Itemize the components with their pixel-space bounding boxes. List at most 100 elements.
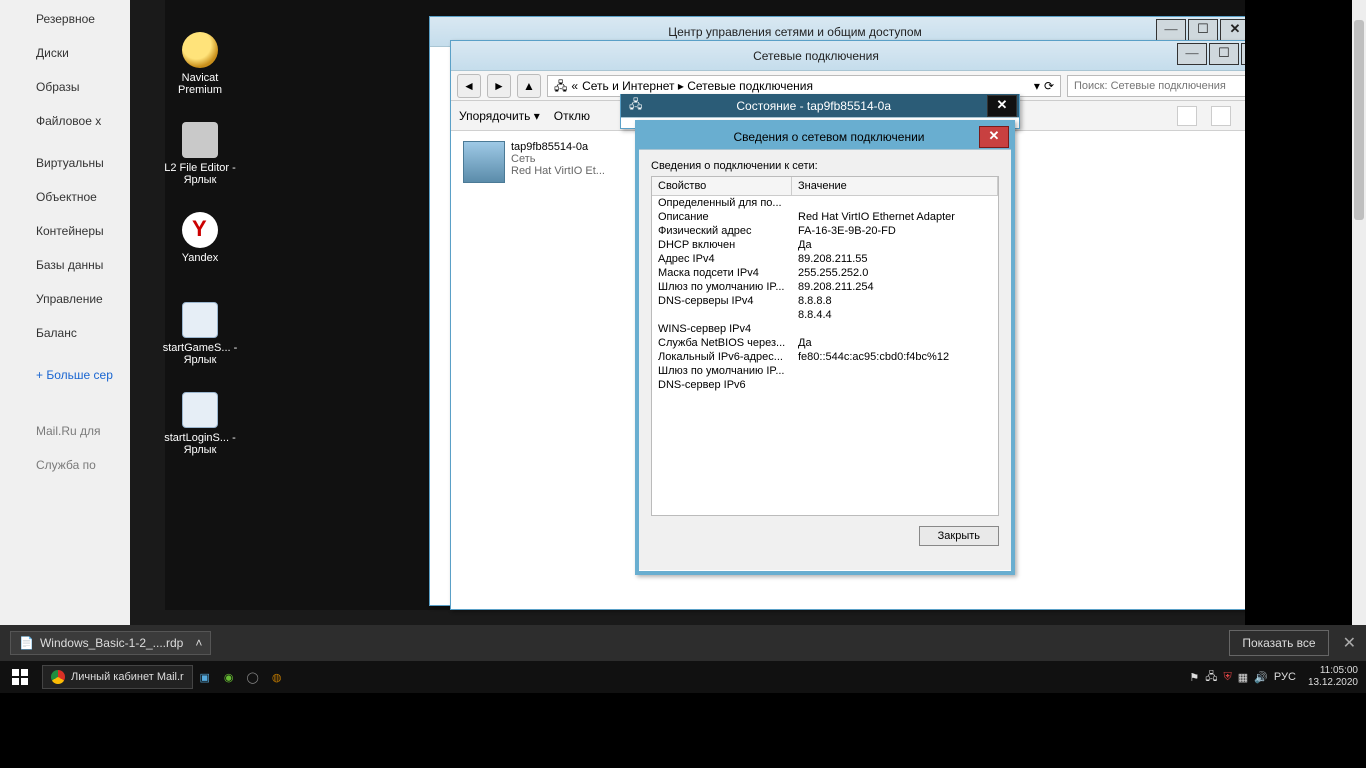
organise-menu[interactable]: Упорядочить ▾ [459,109,540,123]
search-input[interactable] [1067,75,1245,97]
tray-network-icon[interactable]: 🖧 [1205,668,1217,687]
adapter-icon: 🖧 [629,95,642,116]
taskbar-app-chrome[interactable]: Личный кабинет Mail.r [42,665,193,689]
dialog-body: Сведения о подключении к сети: Свойство … [639,150,1011,570]
desktop-icon-navicat[interactable]: Navicat Premium [160,32,240,96]
titlebar[interactable]: Сетевые подключения — ☐ ✕ [451,41,1245,71]
tray-icon[interactable]: ⚑ [1189,671,1199,684]
close-button[interactable]: ✕ [979,126,1009,148]
sidebar-more[interactable]: + Больше сер [0,358,130,392]
sidebar-support[interactable]: Служба по [0,448,130,482]
property-cell: Определенный для по... [652,196,792,210]
sidebar-item[interactable]: Файловое х [0,104,130,138]
close-button[interactable]: ✕ [1220,19,1245,41]
tray-icon[interactable]: ▦ [1238,671,1248,684]
close-details-button[interactable]: Закрыть [919,526,999,546]
adapter-net: Сеть [511,153,626,165]
sidebar-item[interactable]: Виртуальны [0,146,130,180]
value-cell: FA-16-3E-9B-20-FD [792,224,998,238]
sidebar-mailru[interactable]: Mail.Ru для [0,414,130,448]
table-row[interactable]: Определенный для по... [652,196,998,210]
refresh-icon[interactable]: ⟳ [1044,76,1054,96]
nav-back-button[interactable]: ◄ [457,74,481,98]
sidebar-item[interactable]: Контейнеры [0,214,130,248]
col-property: Свойство [652,177,792,195]
property-cell [652,308,792,322]
table-row[interactable]: Маска подсети IPv4255.255.252.0 [652,266,998,280]
table-row[interactable]: Шлюз по умолчанию IP... [652,364,998,378]
show-all-downloads[interactable]: Показать все [1229,630,1328,656]
yandex-icon [182,212,218,248]
table-row[interactable]: DNS-серверы IPv48.8.8.8 [652,294,998,308]
nav-up-button[interactable]: ▲ [517,74,541,98]
titlebar[interactable]: Сведения о сетевом подключении ✕ [639,124,1011,150]
property-cell: Локальный IPv6-адрес... [652,350,792,364]
sidebar-item[interactable]: Объектное [0,180,130,214]
property-cell: Маска подсети IPv4 [652,266,792,280]
table-row[interactable]: DHCP включенДа [652,238,998,252]
close-button[interactable]: ✕ [987,95,1017,117]
table-row[interactable]: DNS-сервер IPv6 [652,378,998,392]
close-button[interactable]: ✕ [1241,43,1245,65]
minimize-button[interactable]: — [1156,19,1186,41]
remote-desktop[interactable]: Navicat Premium L2 File Editor - Ярлык Y… [165,0,1245,610]
table-row[interactable]: Шлюз по умолчанию IP...89.208.211.254 [652,280,998,294]
desktop-icon-startlogin[interactable]: startLoginS... - Ярлык [160,392,240,456]
taskbar-pinned-utorrent[interactable]: ◉ [217,661,241,693]
adapter-item[interactable]: tap9fb85514-0a Сеть Red Hat VirtIO Et... [463,141,628,183]
table-row[interactable]: Адрес IPv489.208.211.55 [652,252,998,266]
value-cell: Red Hat VirtIO Ethernet Adapter [792,210,998,224]
value-cell: Да [792,238,998,252]
tray-security-icon[interactable]: ⛨ [1224,671,1232,684]
taskbar-pinned-4[interactable]: ◍ [265,661,289,693]
host-scrollbar[interactable] [1352,0,1366,625]
tray-sound-icon[interactable]: 🔊 [1254,671,1268,684]
maximize-button[interactable]: ☐ [1209,43,1239,65]
chevron-up-icon[interactable]: ˄ [195,636,202,650]
tray-lang[interactable]: РУС [1274,671,1296,683]
taskbar-pinned-steam[interactable]: ◯ [241,661,265,693]
adapter-name: tap9fb85514-0a [511,141,626,153]
desktop-icon-l2editor[interactable]: L2 File Editor - Ярлык [160,122,240,186]
connection-details-window[interactable]: Сведения о сетевом подключении ✕ Сведени… [635,120,1015,575]
chrome-icon [51,670,65,684]
taskbar-pinned-1[interactable]: ▣ [193,661,217,693]
titlebar[interactable]: 🖧 Состояние - tap9fb85514-0a ✕ [621,94,1019,118]
table-row[interactable]: WINS-сервер IPv4 [652,322,998,336]
file-icon [182,122,218,158]
table-row[interactable]: Служба NetBIOS через...Да [652,336,998,350]
tray-clock[interactable]: 11:05:00 13.12.2020 [1302,665,1358,689]
properties-table: Свойство Значение Определенный для по...… [651,176,999,516]
sidebar-item[interactable]: Резервное [0,2,130,36]
system-tray: ⚑ 🖧 ⛨ ▦ 🔊 РУС 11:05:00 13.12.2020 [1189,665,1366,689]
property-cell: DNS-серверы IPv4 [652,294,792,308]
start-button[interactable] [0,661,40,693]
value-cell [792,322,998,336]
maximize-button[interactable]: ☐ [1188,19,1218,41]
property-cell: DHCP включен [652,238,792,252]
disable-button[interactable]: Отклю [554,109,590,123]
desktop-icon-yandex[interactable]: Yandex [160,212,240,264]
value-cell: 89.208.211.55 [792,252,998,266]
sidebar-item[interactable]: Баланс [0,316,130,350]
table-row[interactable]: Физический адресFA-16-3E-9B-20-FD [652,224,998,238]
view-options-icon[interactable] [1177,106,1197,126]
close-downloads-bar[interactable]: ✕ [1343,633,1356,653]
table-row[interactable]: ОписаниеRed Hat VirtIO Ethernet Adapter [652,210,998,224]
window-title: Центр управления сетями и общим доступом [438,25,1245,39]
sidebar-item[interactable]: Образы [0,70,130,104]
minimize-button[interactable]: — [1177,43,1207,65]
sidebar-item[interactable]: Базы данны [0,248,130,282]
preview-pane-icon[interactable] [1211,106,1231,126]
value-cell: fe80::544c:ac95:cbd0:f4bc%12 [792,350,998,364]
nav-forward-button[interactable]: ► [487,74,511,98]
table-row[interactable]: 8.8.4.4 [652,308,998,322]
download-chip[interactable]: 📄 Windows_Basic-1-2_....rdp ˄ [10,631,211,655]
table-row[interactable]: Локальный IPv6-адрес...fe80::544c:ac95:c… [652,350,998,364]
sidebar-item[interactable]: Диски [0,36,130,70]
desktop-icon-startgame[interactable]: startGameS... - Ярлык [160,302,240,366]
sidebar-item[interactable]: Управление [0,282,130,316]
taskbar: Личный кабинет Mail.r ▣ ◉ ◯ ◍ ⚑ 🖧 ⛨ ▦ 🔊 … [0,661,1366,693]
chevron-down-icon[interactable]: ▾ [1034,76,1040,96]
shortcut-icon [182,392,218,428]
